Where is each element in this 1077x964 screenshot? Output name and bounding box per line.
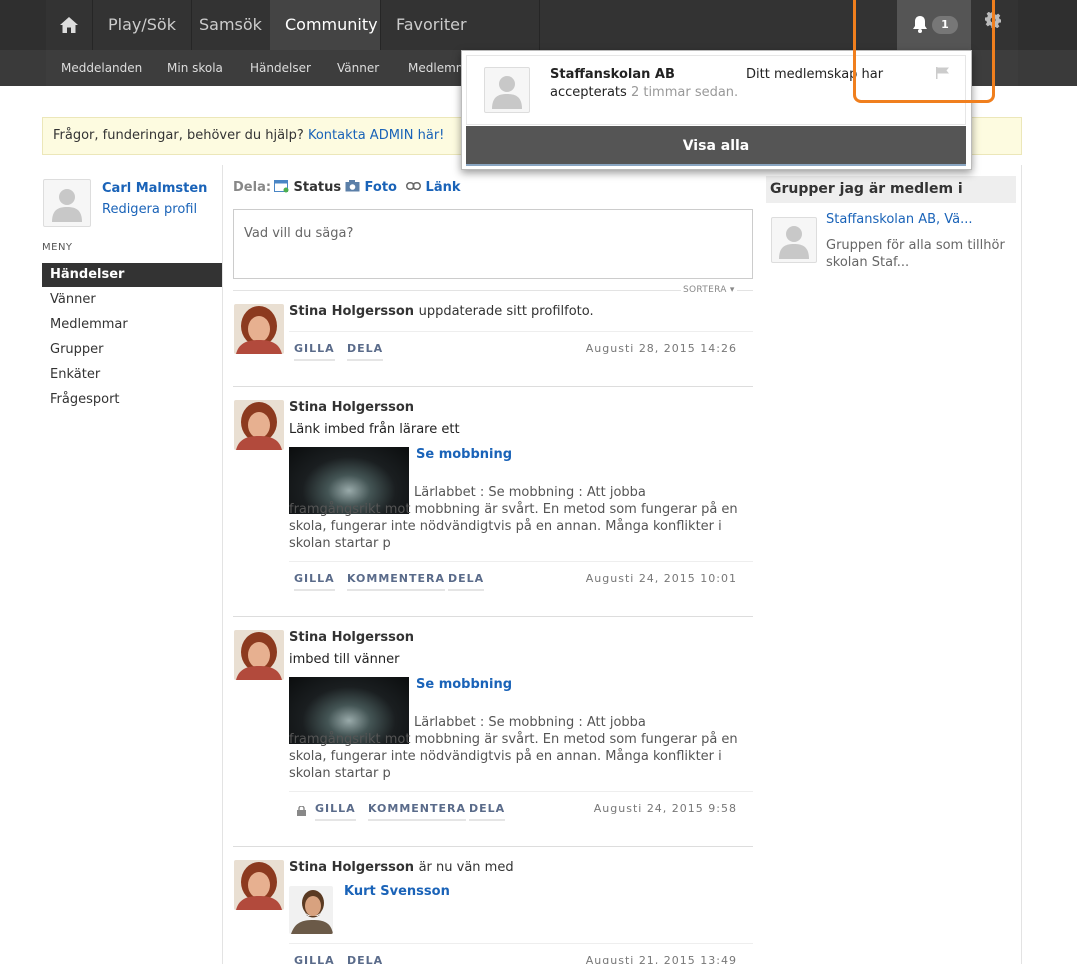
- group-name-link[interactable]: Staffanskolan AB, Vä...: [826, 212, 973, 227]
- share-label: Dela:: [233, 180, 272, 195]
- friend-name-link[interactable]: Kurt Svensson: [344, 884, 450, 899]
- home-icon: [60, 17, 78, 33]
- portrait-stina: [234, 400, 284, 450]
- help-text: Frågor, funderingar, behöver du hjälp?: [53, 128, 304, 143]
- portrait-kurt: [289, 886, 333, 934]
- portrait-stina: [234, 860, 284, 910]
- status-input[interactable]: Vad vill du säga?: [233, 209, 753, 279]
- post-author: Stina Holgersson: [289, 630, 415, 645]
- post-author-avatar[interactable]: [234, 400, 284, 450]
- subnav-min-skola[interactable]: Min skola: [167, 50, 223, 86]
- post-divider: [233, 846, 753, 847]
- status-icon: [274, 180, 289, 193]
- link-title[interactable]: Se mobbning: [416, 447, 512, 462]
- share-button[interactable]: DELA: [448, 572, 485, 591]
- groups-heading: Grupper jag är medlem i: [766, 176, 1016, 203]
- post-text: imbed till vänner: [289, 652, 400, 667]
- post-author-avatar[interactable]: [234, 860, 284, 910]
- actions-divider: [289, 331, 753, 332]
- subnav-meddelanden[interactable]: Meddelanden: [61, 50, 142, 86]
- post-divider: [233, 616, 753, 617]
- home-button[interactable]: [46, 0, 93, 50]
- group-avatar[interactable]: [771, 217, 817, 263]
- menu-heading: MENY: [42, 242, 73, 253]
- comment-button[interactable]: KOMMENTERA: [347, 572, 445, 591]
- share-button[interactable]: DELA: [347, 954, 383, 964]
- post-timestamp: Augusti 24, 2015 10:01: [585, 572, 737, 585]
- comment-button[interactable]: KOMMENTERA: [368, 802, 466, 821]
- menu-item-enkater[interactable]: Enkäter: [42, 363, 222, 387]
- like-button[interactable]: GILLA: [294, 342, 335, 361]
- lock-icon: [297, 805, 306, 819]
- group-silhouette-icon: [492, 76, 522, 109]
- post-author-avatar[interactable]: [234, 304, 284, 354]
- post-author: Stina Holgersson är nu vän med: [289, 860, 514, 875]
- notification-title: Staffanskolan AB: [550, 67, 675, 82]
- menu-item-handelser[interactable]: Händelser: [42, 263, 222, 287]
- post-timestamp: Augusti 28, 2015 14:26: [585, 342, 737, 355]
- like-button[interactable]: GILLA: [294, 954, 335, 964]
- share-button[interactable]: DELA: [469, 802, 506, 821]
- subnav-handelser[interactable]: Händelser: [250, 50, 311, 86]
- post-author: Stina Holgersson: [289, 400, 415, 415]
- nav-community[interactable]: Community: [270, 0, 381, 50]
- notification-message-cont: accepterats 2 timmar sedan.: [550, 85, 739, 100]
- highlight-annotation: [853, 0, 995, 103]
- tab-status[interactable]: Status: [274, 180, 341, 195]
- subnav-vanner[interactable]: Vänner: [337, 50, 379, 86]
- link-title[interactable]: Se mobbning: [416, 677, 512, 692]
- sort-divider: [233, 290, 753, 291]
- show-all-button[interactable]: Visa alla: [466, 126, 966, 166]
- camera-icon: [345, 180, 360, 192]
- sort-button[interactable]: SORTERA ▾: [681, 285, 737, 295]
- post-author-avatar[interactable]: [234, 630, 284, 680]
- actions-divider: [289, 943, 753, 944]
- menu-item-vanner[interactable]: Vänner: [42, 288, 222, 312]
- share-button[interactable]: DELA: [347, 342, 384, 361]
- user-silhouette-icon: [52, 189, 82, 222]
- group-description: Gruppen för alla som tillhör skolan Staf…: [826, 238, 1005, 270]
- link-description: Lärlabbet : Se mobbning : Att jobba fram…: [289, 715, 738, 781]
- friend-avatar[interactable]: [289, 886, 333, 934]
- post-timestamp: Augusti 24, 2015 9:58: [593, 802, 737, 815]
- post-author: Stina Holgersson uppdaterade sitt profil…: [289, 304, 594, 319]
- tab-lank[interactable]: Länk: [406, 180, 461, 195]
- portrait-stina: [234, 304, 284, 354]
- like-button[interactable]: GILLA: [294, 572, 335, 591]
- contact-admin-link[interactable]: Kontakta ADMIN här!: [308, 128, 444, 143]
- actions-divider: [289, 561, 753, 562]
- post-divider: [233, 386, 753, 387]
- link-icon: [406, 182, 421, 190]
- group-silhouette-icon: [779, 226, 809, 259]
- tab-foto[interactable]: Foto: [345, 180, 397, 195]
- like-button[interactable]: GILLA: [315, 802, 356, 821]
- column-divider: [222, 165, 223, 964]
- nav-samsok[interactable]: Samsök: [184, 0, 278, 50]
- post-timestamp: Augusti 21, 2015 13:49: [585, 954, 737, 964]
- notification-avatar: [484, 67, 530, 113]
- subnav-medlemmar[interactable]: Medlemm: [408, 50, 467, 86]
- edit-profile-link[interactable]: Redigera profil: [102, 202, 197, 217]
- menu-item-fragesport[interactable]: Frågesport: [42, 388, 222, 412]
- portrait-stina: [234, 630, 284, 680]
- link-description: Lärlabbet : Se mobbning : Att jobba fram…: [289, 485, 738, 551]
- actions-divider: [289, 791, 753, 792]
- user-avatar[interactable]: [43, 179, 91, 227]
- menu-item-medlemmar[interactable]: Medlemmar: [42, 313, 222, 337]
- post-text: Länk imbed från lärare ett: [289, 422, 460, 437]
- menu-item-grupper[interactable]: Grupper: [42, 338, 222, 362]
- column-divider: [1021, 165, 1022, 964]
- nav-play-sok[interactable]: Play/Sök: [93, 0, 192, 50]
- profile-name-link[interactable]: Carl Malmsten: [102, 181, 207, 196]
- nav-favoriter[interactable]: Favoriter: [381, 0, 540, 50]
